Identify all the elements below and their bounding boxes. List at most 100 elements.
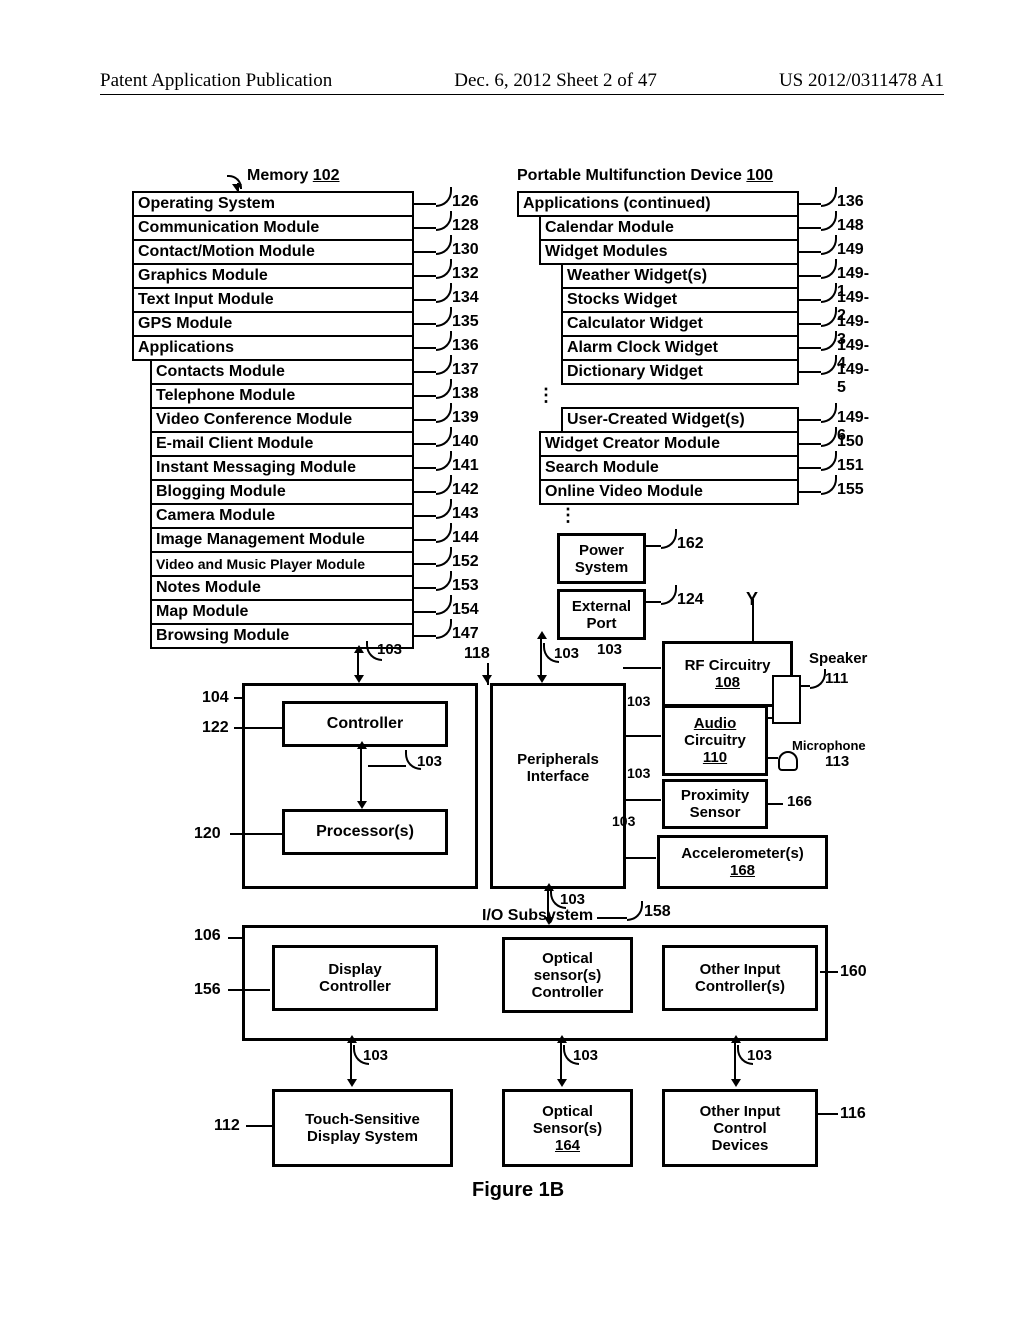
- right-list-num: 149: [837, 241, 864, 259]
- leader-124: [643, 601, 661, 603]
- antenna-icon: Y: [746, 589, 758, 610]
- left-list-num: 141: [452, 457, 479, 475]
- accel-block: Accelerometer(s) 168: [657, 835, 828, 889]
- optical-sensor-block: Optical Sensor(s) 164: [502, 1089, 633, 1167]
- right-list-item: User-Created Widget(s): [561, 407, 799, 433]
- num-160: 160: [840, 963, 867, 981]
- optical-ctrl-block: Optical sensor(s) Controller: [502, 937, 633, 1013]
- left-list-num: 136: [452, 337, 479, 355]
- num-112: 112: [214, 1117, 240, 1135]
- num-124: 124: [677, 591, 704, 609]
- right-list-item: Widget Modules: [539, 239, 799, 265]
- num-104: 104: [202, 689, 229, 707]
- bus-io-3: [734, 1043, 736, 1079]
- num-156: 156: [194, 981, 221, 999]
- bus-io-2: [560, 1043, 562, 1079]
- num-106: 106: [194, 927, 221, 945]
- num-113: 113: [825, 753, 849, 770]
- left-list-item: GPS Module: [132, 311, 414, 337]
- memory-label: Memory 102: [247, 167, 340, 185]
- right-list-header: Applications (continued): [517, 191, 799, 217]
- leader-111: [800, 685, 810, 687]
- periph-block: Peripherals Interface: [490, 683, 626, 889]
- device-label: Portable Multifunction Device 100: [517, 167, 773, 185]
- left-list-item: Video Conference Module: [150, 407, 414, 433]
- left-list-item: Blogging Module: [150, 479, 414, 505]
- curve-124: [661, 585, 677, 605]
- speaker-icon: [772, 675, 801, 724]
- bus-103-f: 103: [627, 765, 650, 781]
- memory-curve: [227, 175, 242, 189]
- right-list-item: Widget Creator Module: [539, 431, 799, 457]
- left-list-item: Text Input Module: [132, 287, 414, 313]
- right-list-item: Search Module: [539, 455, 799, 481]
- right-list-item: Stocks Widget: [561, 287, 799, 313]
- other-input-dev-block: Other Input Control Devices: [662, 1089, 818, 1167]
- left-list-num: 126: [452, 193, 479, 211]
- left-list-num: 132: [452, 265, 479, 283]
- num-111: 111: [825, 670, 848, 687]
- num-162: 162: [677, 535, 704, 553]
- header-right: US 2012/0311478 A1: [779, 70, 944, 92]
- patent-header: Patent Application Publication Dec. 6, 2…: [100, 70, 944, 95]
- num-166: 166: [787, 793, 812, 810]
- speaker-label: Speaker: [809, 650, 867, 667]
- right-list-item: Calculator Widget: [561, 311, 799, 337]
- left-list-num: 152: [452, 553, 479, 571]
- right-list-num: 155: [837, 481, 864, 499]
- external-port-block: External Port: [557, 589, 646, 640]
- left-list-item: Camera Module: [150, 503, 414, 529]
- left-list-item: Contact/Motion Module: [132, 239, 414, 265]
- left-list-num: 147: [452, 625, 479, 643]
- touch-display-block: Touch-Sensitive Display System: [272, 1089, 453, 1167]
- right-list-item: Weather Widget(s): [561, 263, 799, 289]
- mic-label: Microphone: [792, 738, 866, 753]
- io-label: I/O Subsystem: [482, 907, 593, 925]
- proximity-block: Proximity Sensor: [662, 779, 768, 829]
- microphone-icon: [778, 751, 798, 771]
- right-list-num: 149-5: [837, 361, 869, 397]
- num-122: 122: [202, 719, 229, 737]
- left-list-item: Notes Module: [150, 575, 414, 601]
- left-list-num: 140: [452, 433, 479, 451]
- left-list-num: 139: [452, 409, 479, 427]
- bus-mem: [357, 653, 359, 675]
- right-list-num: 150: [837, 433, 864, 451]
- left-list-num: 138: [452, 385, 479, 403]
- left-list-num: 144: [452, 529, 479, 547]
- curve-111: [810, 669, 826, 689]
- left-list-item: Video and Music Player Module: [150, 551, 414, 577]
- left-list-item: Contacts Module: [150, 359, 414, 385]
- header-mid: Dec. 6, 2012 Sheet 2 of 47: [454, 70, 657, 92]
- bus-periph-top: [540, 639, 542, 675]
- left-list-num: 134: [452, 289, 479, 307]
- left-list-item: Telephone Module: [150, 383, 414, 409]
- left-list-num: 143: [452, 505, 479, 523]
- leader-162: [643, 545, 661, 547]
- num-116: 116: [840, 1105, 866, 1123]
- left-list-item: Communication Module: [132, 215, 414, 241]
- left-list-num: 130: [452, 241, 479, 259]
- right-list-header-num: 136: [837, 193, 864, 211]
- num-120: 120: [194, 825, 221, 843]
- right-list-num: 151: [837, 457, 864, 475]
- left-list-num: 153: [452, 577, 479, 595]
- audio-circuitry-block: Audio Circuitry 110: [662, 705, 768, 776]
- vdots-icon: ⋮: [559, 505, 575, 526]
- left-list-item: Image Management Module: [150, 527, 414, 553]
- left-list-num: 154: [452, 601, 479, 619]
- figure-1b: Memory 102 Portable Multifunction Device…: [132, 185, 912, 1205]
- left-list-num: 137: [452, 361, 479, 379]
- left-list-item: Applications: [132, 335, 414, 361]
- right-list-num: 148: [837, 217, 864, 235]
- figure-caption: Figure 1B: [472, 1179, 564, 1202]
- right-list-item: Alarm Clock Widget: [561, 335, 799, 361]
- display-ctrl-block: Display Controller: [272, 945, 438, 1011]
- power-system-block: Power System: [557, 533, 646, 584]
- left-list-num: 135: [452, 313, 479, 331]
- bus-103-e: 103: [627, 693, 650, 709]
- bus-103-g: 103: [612, 813, 635, 829]
- bus-103-d: 103: [597, 641, 622, 658]
- num-158: 158: [644, 903, 671, 921]
- right-list-item: Online Video Module: [539, 479, 799, 505]
